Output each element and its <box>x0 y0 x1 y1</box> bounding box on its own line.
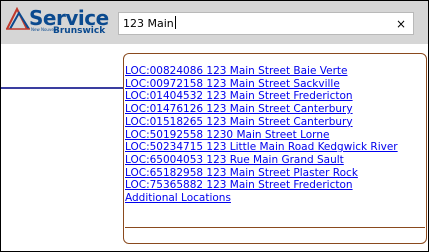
accent-divider <box>1 87 123 89</box>
clear-icon[interactable]: × <box>396 17 406 31</box>
search-value: 123 Main <box>123 16 176 30</box>
app-frame: Service New Nouveau Brunswick 123 Main ×… <box>0 0 429 252</box>
suggestion-item[interactable]: LOC:00972158 123 Main Street Sackville <box>125 78 398 91</box>
suggestion-item[interactable]: LOC:01518265 123 Main Street Canterbury <box>125 116 398 129</box>
suggestion-item[interactable]: LOC:65182958 123 Main Street Plaster Roc… <box>125 167 398 180</box>
logo-mark-icon <box>6 7 30 30</box>
suggestion-item[interactable]: LOC:00824086 123 Main Street Baie Verte <box>125 65 398 78</box>
search-suggestions-dropdown: LOC:00824086 123 Main Street Baie Verte … <box>123 53 427 244</box>
suggestion-item[interactable]: LOC:01404532 123 Main Street Fredericton <box>125 90 398 103</box>
header-bar: Service New Nouveau Brunswick 123 Main × <box>1 1 428 44</box>
suggestion-item[interactable]: LOC:50192558 1230 Main Street Lorne <box>125 129 398 142</box>
suggestion-item[interactable]: LOC:75365882 123 Main Street Fredericton <box>125 179 398 192</box>
text-caret <box>174 16 176 29</box>
suggestion-item[interactable]: LOC:01476126 123 Main Street Canterbury <box>125 103 398 116</box>
service-new-brunswick-logo[interactable]: Service New Nouveau Brunswick <box>5 5 115 43</box>
additional-locations-link[interactable]: Additional Locations <box>125 192 398 205</box>
suggestions-list: LOC:00824086 123 Main Street Baie Verte … <box>125 65 398 205</box>
logo-province: Brunswick <box>53 26 106 36</box>
suggestion-item[interactable]: LOC:65004053 123 Rue Main Grand Sault <box>125 154 398 167</box>
dropdown-divider <box>125 227 425 228</box>
location-search-input[interactable]: 123 Main × <box>118 12 414 35</box>
suggestion-item[interactable]: LOC:50234715 123 Little Main Road Kedgwi… <box>125 141 398 154</box>
